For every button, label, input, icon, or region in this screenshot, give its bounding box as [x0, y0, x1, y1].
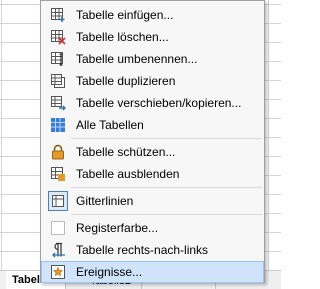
gridlines-icon	[51, 194, 65, 208]
menu-item-label: Tabelle duplizieren	[76, 74, 176, 88]
tab-color-icon	[50, 220, 66, 236]
menu-item-protect-sheet[interactable]: Tabelle schützen...	[41, 141, 264, 163]
move-copy-sheet-icon	[50, 95, 66, 111]
menu-item-tab-color[interactable]: Registerfarbe...	[41, 217, 264, 239]
rename-sheet-icon	[50, 51, 66, 67]
menu-item-delete-sheet[interactable]: Tabelle löschen...	[41, 26, 264, 48]
menu-item-label: Tabelle umbenennen...	[76, 52, 198, 66]
menu-item-right-to-left[interactable]: Tabelle rechts-nach-links	[41, 239, 264, 261]
insert-sheet-icon	[50, 7, 66, 23]
right-to-left-icon	[50, 242, 66, 258]
hide-sheet-icon	[50, 166, 66, 182]
menu-item-label: Tabelle schützen...	[76, 145, 176, 159]
menu-item-insert-sheet[interactable]: Tabelle einfügen...	[41, 4, 264, 26]
column-divider	[1, 0, 2, 270]
menu-item-label: Gitterlinien	[76, 194, 134, 208]
menu-separator	[71, 187, 262, 188]
sheet-context-menu: Tabelle einfügen... Tabelle löschen... T…	[40, 0, 265, 283]
menu-item-label: Ereignisse...	[76, 265, 143, 279]
delete-sheet-icon	[50, 29, 66, 45]
duplicate-sheet-icon	[50, 73, 66, 89]
events-icon	[50, 264, 66, 280]
menu-item-hide-sheet[interactable]: Tabelle ausblenden	[41, 163, 264, 185]
menu-item-events[interactable]: Ereignisse...	[41, 261, 264, 283]
gridlines-checked-frame	[48, 191, 68, 211]
column-divider	[268, 0, 269, 270]
menu-item-label: Registerfarbe...	[76, 221, 159, 235]
menu-item-label: Tabelle löschen...	[76, 30, 169, 44]
menu-item-label: Tabelle verschieben/kopieren...	[76, 96, 242, 110]
menu-item-gridlines[interactable]: Gitterlinien	[41, 190, 264, 212]
all-sheets-icon	[50, 117, 66, 133]
menu-item-all-sheets[interactable]: Alle Tabellen	[41, 114, 264, 136]
menu-item-label: Tabelle einfügen...	[76, 8, 174, 22]
menu-item-label: Tabelle ausblenden	[76, 167, 180, 181]
menu-item-label: Alle Tabellen	[76, 118, 144, 132]
menu-item-duplicate-sheet[interactable]: Tabelle duplizieren	[41, 70, 264, 92]
menu-item-rename-sheet[interactable]: Tabelle umbenennen...	[41, 48, 264, 70]
menu-separator	[71, 214, 262, 215]
menu-item-label: Tabelle rechts-nach-links	[76, 243, 209, 257]
menu-item-move-copy-sheet[interactable]: Tabelle verschieben/kopieren...	[41, 92, 264, 114]
protect-sheet-icon	[50, 144, 66, 160]
menu-separator	[71, 138, 262, 139]
